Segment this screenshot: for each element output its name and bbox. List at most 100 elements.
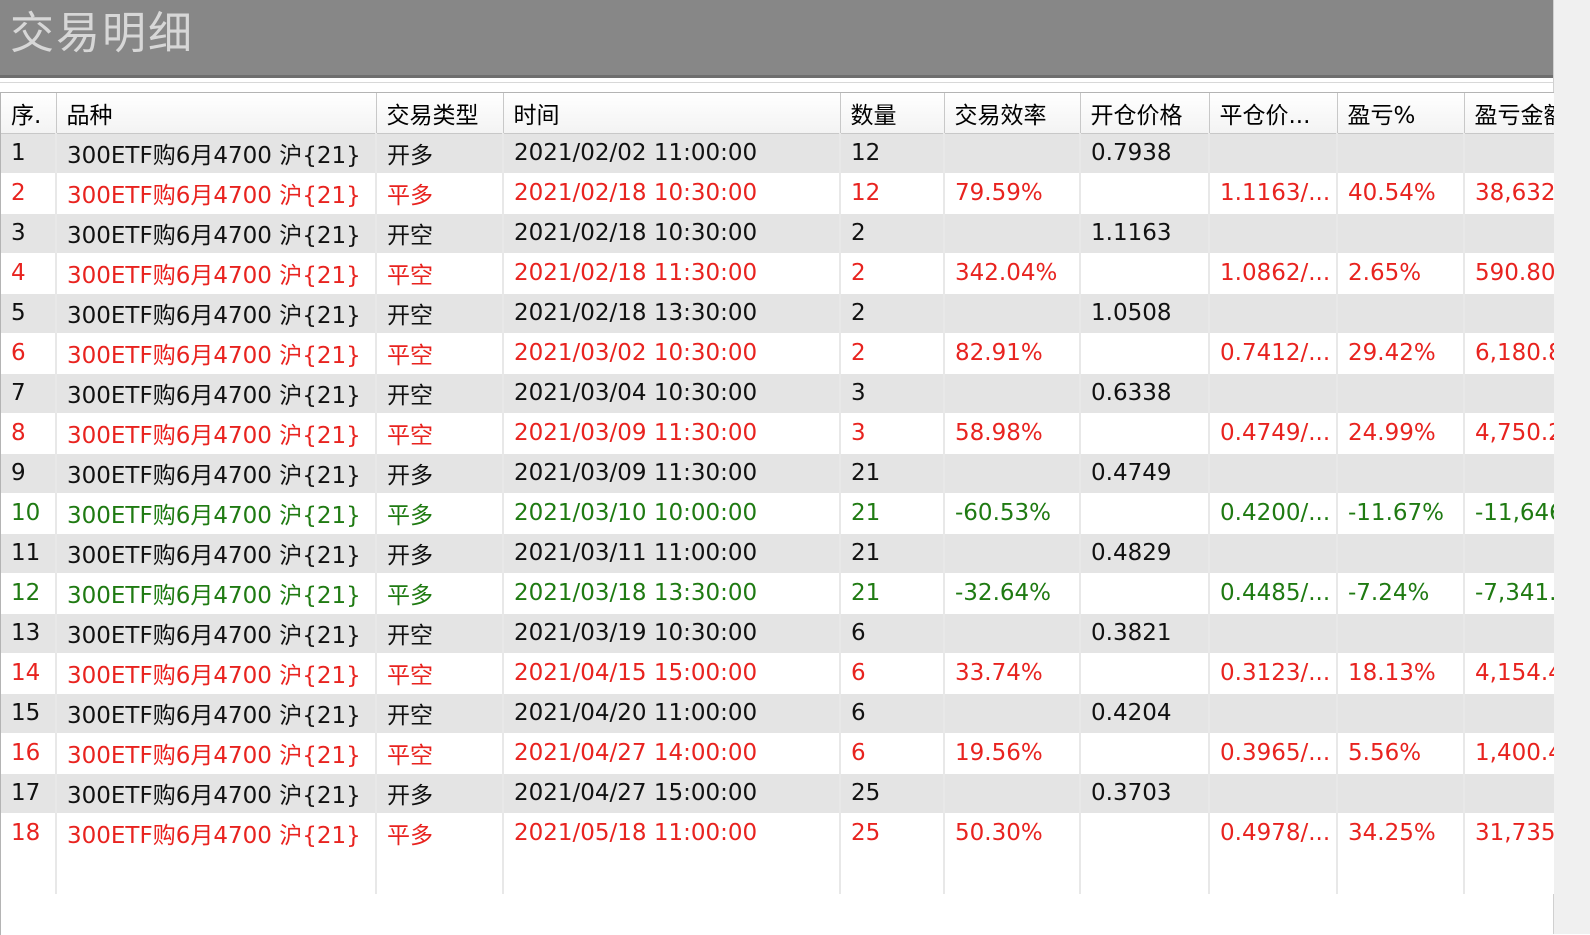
- cell-index: 1: [1, 133, 57, 174]
- column-header-close-price[interactable]: 平仓价...: [1209, 93, 1338, 134]
- cell-instrument: 300ETF购6月4700 沪{21}: [56, 373, 377, 414]
- column-header-quantity[interactable]: 数量: [840, 93, 945, 134]
- cell-pnl-amount: [1464, 533, 1554, 574]
- cell-time: 2021/03/04 10:30:00: [503, 373, 841, 414]
- cell-pnl-percent: 40.54%: [1337, 173, 1465, 214]
- cell-trade-type: 平多: [376, 573, 504, 614]
- cell-efficiency: [944, 693, 1081, 734]
- cell-instrument: 300ETF购6月4700 沪{21}: [56, 293, 377, 334]
- table-row[interactable]: 9 300ETF购6月4700 沪{21} 开多 2021/03/09 11:30:0…: [1, 453, 1554, 494]
- table-row[interactable]: 13 300ETF购6月4700 沪{21} 开空 2021/03/19 10:30:…: [1, 613, 1554, 654]
- column-header-index[interactable]: 序.: [1, 93, 57, 134]
- cell-open-price: 1.1163: [1080, 213, 1210, 254]
- table-row[interactable]: 12 300ETF购6月4700 沪{21} 平多 2021/03/18 13:30:…: [1, 573, 1554, 614]
- column-header-instrument[interactable]: 品种: [56, 93, 377, 134]
- cell-efficiency: 342.04%: [944, 253, 1081, 294]
- table-row[interactable]: 1 300ETF购6月4700 沪{21} 开多 2021/02/02 11:00:0…: [1, 133, 1554, 174]
- cell-index: 15: [1, 693, 57, 734]
- cell-index: 3: [1, 213, 57, 254]
- empty-cell: [1080, 853, 1210, 894]
- cell-quantity: 21: [840, 533, 945, 574]
- column-header-pnl-amount[interactable]: 盈亏金额: [1464, 93, 1554, 134]
- cell-instrument: 300ETF购6月4700 沪{21}: [56, 453, 377, 494]
- cell-pnl-amount: [1464, 293, 1554, 334]
- cell-time: 2021/04/15 15:00:00: [503, 653, 841, 694]
- cell-index: 11: [1, 533, 57, 574]
- cell-index: 18: [1, 813, 57, 854]
- cell-time: 2021/02/18 10:30:00: [503, 213, 841, 254]
- cell-close-price: [1209, 373, 1338, 414]
- cell-time: 2021/03/11 11:00:00: [503, 533, 841, 574]
- column-header-time[interactable]: 时间: [503, 93, 841, 134]
- table-row[interactable]: 14 300ETF购6月4700 沪{21} 平空 2021/04/15 15:00:…: [1, 653, 1554, 694]
- cell-time: 2021/03/10 10:00:00: [503, 493, 841, 534]
- cell-open-price: 1.0508: [1080, 293, 1210, 334]
- table-row[interactable]: 15 300ETF购6月4700 沪{21} 开空 2021/04/20 11:00:…: [1, 693, 1554, 734]
- empty-cell: [944, 853, 1081, 894]
- cell-time: 2021/02/18 10:30:00: [503, 173, 841, 214]
- table-row[interactable]: 2 300ETF购6月4700 沪{21} 平多 2021/02/18 10:30:0…: [1, 173, 1554, 214]
- empty-cell: [1209, 853, 1338, 894]
- cell-instrument: 300ETF购6月4700 沪{21}: [56, 253, 377, 294]
- table-row[interactable]: 8 300ETF购6月4700 沪{21} 平空 2021/03/09 11:30:0…: [1, 413, 1554, 454]
- cell-open-price: [1080, 413, 1210, 454]
- cell-close-price: 0.3123/...: [1209, 653, 1338, 694]
- cell-quantity: 2: [840, 213, 945, 254]
- cell-open-price: [1080, 333, 1210, 374]
- table-row[interactable]: 5 300ETF购6月4700 沪{21} 开空 2021/02/18 13:30:0…: [1, 293, 1554, 334]
- cell-time: 2021/04/27 15:00:00: [503, 773, 841, 814]
- table-row[interactable]: 16 300ETF购6月4700 沪{21} 平空 2021/04/27 14:00:…: [1, 733, 1554, 774]
- cell-trade-type: 开空: [376, 613, 504, 654]
- table-row[interactable]: 4 300ETF购6月4700 沪{21} 平空 2021/02/18 11:30:0…: [1, 253, 1554, 294]
- cell-time: 2021/02/18 13:30:00: [503, 293, 841, 334]
- cell-time: 2021/03/09 11:30:00: [503, 413, 841, 454]
- table-row[interactable]: 18 300ETF购6月4700 沪{21} 平多 2021/05/18 11:00:…: [1, 813, 1554, 854]
- column-header-efficiency[interactable]: 交易效率: [944, 93, 1081, 134]
- cell-pnl-percent: [1337, 693, 1465, 734]
- cell-pnl-amount: 31,735: [1464, 813, 1554, 854]
- cell-index: 2: [1, 173, 57, 214]
- empty-cell: [1337, 853, 1465, 894]
- cell-pnl-percent: [1337, 773, 1465, 814]
- cell-quantity: 3: [840, 373, 945, 414]
- cell-open-price: [1080, 573, 1210, 614]
- table-row[interactable]: 3 300ETF购6月4700 沪{21} 开空 2021/02/18 10:30:0…: [1, 213, 1554, 254]
- cell-pnl-percent: 2.65%: [1337, 253, 1465, 294]
- cell-efficiency: [944, 773, 1081, 814]
- table-row[interactable]: 17 300ETF购6月4700 沪{21} 开多 2021/04/27 15:00:…: [1, 773, 1554, 814]
- cell-instrument: 300ETF购6月4700 沪{21}: [56, 653, 377, 694]
- cell-close-price: 0.4978/...: [1209, 813, 1338, 854]
- cell-efficiency: 82.91%: [944, 333, 1081, 374]
- table-body: 1 300ETF购6月4700 沪{21} 开多 2021/02/02 11:00:0…: [1, 133, 1554, 894]
- empty-cell: [840, 853, 945, 894]
- table-row[interactable]: 10 300ETF购6月4700 沪{21} 平多 2021/03/10 10:00:…: [1, 493, 1554, 534]
- column-header-open-price[interactable]: 开仓价格: [1080, 93, 1210, 134]
- cell-close-price: 0.3965/...: [1209, 733, 1338, 774]
- table-row[interactable]: 7 300ETF购6月4700 沪{21} 开空 2021/03/04 10:30:0…: [1, 373, 1554, 414]
- cell-pnl-percent: -11.67%: [1337, 493, 1465, 534]
- cell-instrument: 300ETF购6月4700 沪{21}: [56, 773, 377, 814]
- cell-pnl-percent: 29.42%: [1337, 333, 1465, 374]
- cell-efficiency: [944, 133, 1081, 174]
- cell-trade-type: 开空: [376, 373, 504, 414]
- cell-pnl-percent: 18.13%: [1337, 653, 1465, 694]
- cell-index: 9: [1, 453, 57, 494]
- table-row[interactable]: 6 300ETF购6月4700 沪{21} 平空 2021/03/02 10:30:0…: [1, 333, 1554, 374]
- empty-cell: [1, 853, 57, 894]
- cell-time: 2021/05/18 11:00:00: [503, 813, 841, 854]
- column-header-trade-type[interactable]: 交易类型: [376, 93, 504, 134]
- cell-instrument: 300ETF购6月4700 沪{21}: [56, 173, 377, 214]
- cell-time: 2021/04/27 14:00:00: [503, 733, 841, 774]
- column-header-pnl-percent[interactable]: 盈亏%: [1337, 93, 1465, 134]
- cell-instrument: 300ETF购6月4700 沪{21}: [56, 533, 377, 574]
- cell-pnl-amount: 38,632: [1464, 173, 1554, 214]
- cell-instrument: 300ETF购6月4700 沪{21}: [56, 493, 377, 534]
- cell-efficiency: 19.56%: [944, 733, 1081, 774]
- cell-time: 2021/02/02 11:00:00: [503, 133, 841, 174]
- table-row[interactable]: 11 300ETF购6月4700 沪{21} 开多 2021/03/11 11:00:…: [1, 533, 1554, 574]
- cell-pnl-amount: [1464, 213, 1554, 254]
- cell-index: 7: [1, 373, 57, 414]
- cell-time: 2021/03/19 10:30:00: [503, 613, 841, 654]
- cell-instrument: 300ETF购6月4700 沪{21}: [56, 733, 377, 774]
- cell-open-price: 0.7938: [1080, 133, 1210, 174]
